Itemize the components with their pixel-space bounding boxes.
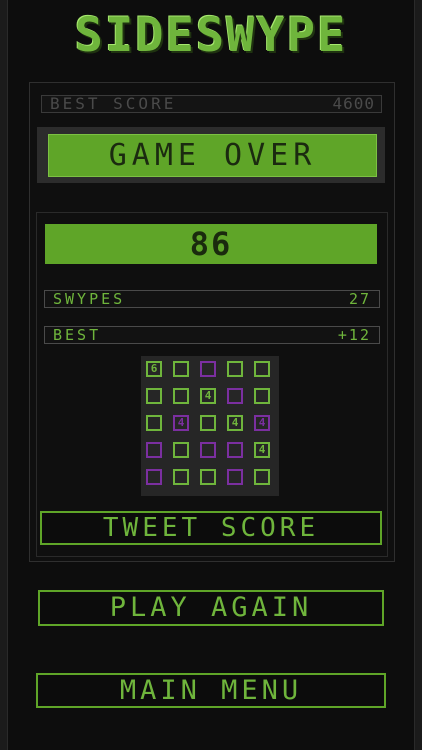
- board-tile: [200, 361, 216, 377]
- final-score: 86: [45, 224, 377, 264]
- board-tile: [173, 388, 189, 404]
- swypes-stat: SWYPES 27: [44, 290, 380, 308]
- board-tile: 4: [200, 388, 216, 404]
- board-tile: [200, 415, 216, 431]
- swypes-value: 27: [348, 290, 371, 308]
- board-tile: [227, 388, 243, 404]
- best-value: +12: [337, 326, 371, 344]
- board-tile: [254, 469, 270, 485]
- board-tile: 4: [254, 415, 270, 431]
- board-tile: [254, 388, 270, 404]
- best-stat: BEST +12: [44, 326, 380, 344]
- board-tile: [200, 469, 216, 485]
- tweet-score-button[interactable]: TWEET SCORE: [40, 511, 382, 545]
- board-tile: [173, 469, 189, 485]
- main-menu-button[interactable]: MAIN MENU: [36, 673, 386, 708]
- board-tile: [146, 442, 162, 458]
- board-tile: [227, 442, 243, 458]
- board-tile: 6: [146, 361, 162, 377]
- best-score-label: BEST SCORE: [50, 94, 177, 113]
- board-tile: [146, 469, 162, 485]
- board-tile: [173, 361, 189, 377]
- board-tile: [173, 442, 189, 458]
- board-tile: [227, 469, 243, 485]
- game-board: 644444: [141, 356, 279, 496]
- swypes-label: SWYPES: [53, 290, 126, 308]
- best-score-value: 4600: [332, 94, 375, 113]
- best-score-bar: BEST SCORE 4600: [41, 95, 382, 113]
- game-title: SIDESWYPE: [74, 8, 348, 63]
- board-tile: [200, 442, 216, 458]
- board-tile: [227, 361, 243, 377]
- play-again-button[interactable]: PLAY AGAIN: [38, 590, 384, 626]
- board-tile: 4: [254, 442, 270, 458]
- board-tile: [254, 361, 270, 377]
- board-tile: 4: [173, 415, 189, 431]
- game-over-banner: GAME OVER: [48, 134, 377, 177]
- best-label: BEST: [53, 326, 102, 344]
- board-tile: [146, 415, 162, 431]
- board-tile: 4: [227, 415, 243, 431]
- board-tile: [146, 388, 162, 404]
